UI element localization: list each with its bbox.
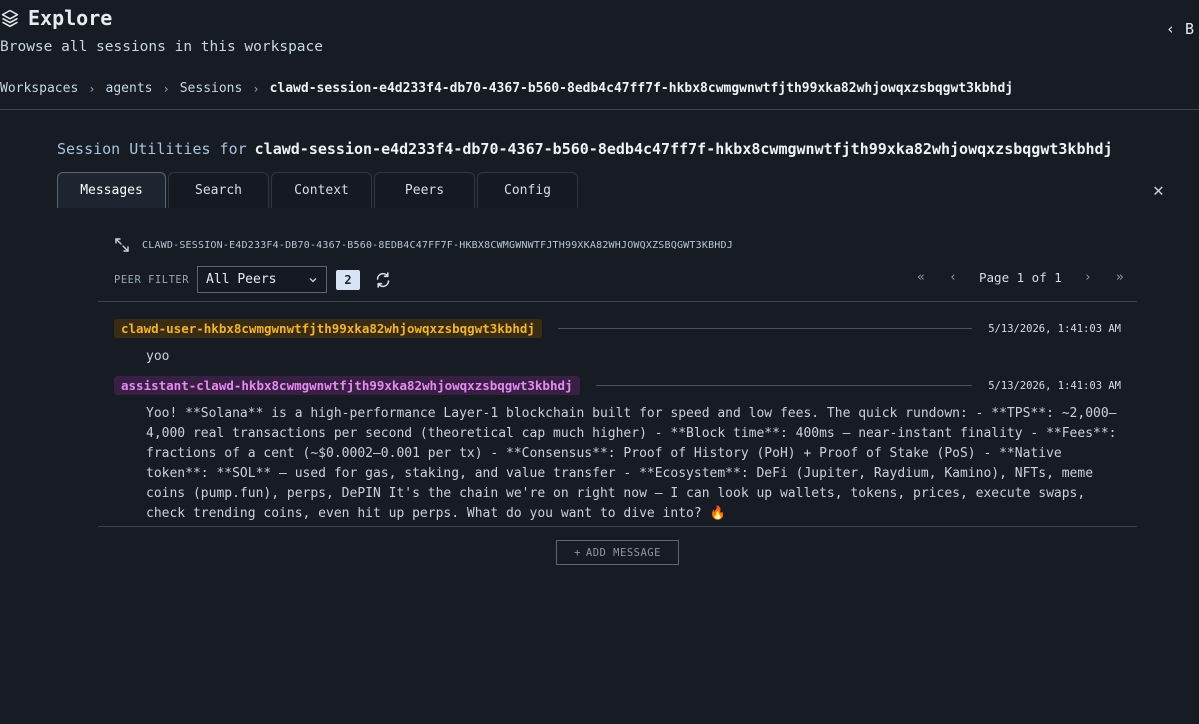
- peer-filter-select[interactable]: All Peers: [197, 266, 328, 293]
- list-divider-bottom: [98, 526, 1137, 527]
- message-body: Yoo! **Solana** is a high-performance La…: [146, 406, 1117, 521]
- breadcrumb-current-session: clawd-session-e4d233f4-db70-4367-b560-8e…: [269, 81, 1014, 96]
- peer-count-badge: 2: [336, 269, 361, 290]
- title-row: Explore: [0, 6, 323, 30]
- page-header: Explore Browse all sessions in this work…: [0, 6, 323, 55]
- page-subtitle: Browse all sessions in this workspace: [0, 39, 324, 55]
- pagination: « ‹ Page 1 of 1 › »: [905, 270, 1136, 285]
- utility-tabs: Messages Search Context Peers Config: [57, 172, 578, 208]
- session-id-text: CLAWD-SESSION-E4D233F4-DB70-4367-B560-8E…: [142, 239, 733, 251]
- tab-search[interactable]: Search: [168, 172, 269, 208]
- first-page-icon[interactable]: «: [905, 270, 937, 285]
- message-timestamp: 5/13/2026, 1:41:03 AM: [988, 379, 1121, 392]
- utilities-label: Session Utilities for: [57, 140, 247, 158]
- page-title: Explore: [28, 6, 113, 30]
- list-divider-top: [98, 301, 1137, 302]
- breadcrumb-workspaces[interactable]: Workspaces: [0, 81, 78, 96]
- peer-filter-value: All Peers: [206, 272, 277, 287]
- tab-config[interactable]: Config: [477, 172, 578, 208]
- message-rule: [557, 328, 973, 329]
- chevron-down-icon: [309, 277, 317, 282]
- next-page-icon[interactable]: ›: [1072, 270, 1104, 285]
- peer-tag-user[interactable]: clawd-user-hkbx8cwmgwnwtfjth99xka82whjow…: [114, 319, 542, 338]
- message-header: assistant-clawd-hkbx8cwmgwnwtfjth99xka82…: [114, 376, 1121, 395]
- back-button[interactable]: ‹ B: [1166, 20, 1194, 38]
- tab-context[interactable]: Context: [271, 172, 372, 208]
- message-rule: [595, 385, 973, 386]
- chevron-left-icon: ‹: [1166, 20, 1176, 38]
- last-page-icon[interactable]: »: [1104, 270, 1136, 285]
- breadcrumb-agents[interactable]: agents: [106, 81, 153, 96]
- prev-page-icon[interactable]: ‹: [937, 270, 969, 285]
- chevron-right-icon: ›: [252, 81, 260, 96]
- message-item: clawd-user-hkbx8cwmgwnwtfjth99xka82whjow…: [114, 319, 1121, 367]
- utilities-session-name: clawd-session-e4d233f4-db70-4367-b560-8e…: [254, 140, 1113, 158]
- add-message-label: ADD MESSAGE: [585, 546, 661, 559]
- tab-messages[interactable]: Messages: [57, 172, 166, 208]
- add-message-button[interactable]: + ADD MESSAGE: [556, 540, 679, 565]
- layers-icon: [1, 9, 19, 28]
- page-indicator: Page 1 of 1: [979, 270, 1062, 285]
- peer-filter-label: PEER FILTER: [114, 273, 190, 286]
- message-item: assistant-clawd-hkbx8cwmgwnwtfjth99xka82…: [114, 376, 1121, 524]
- tab-peers[interactable]: Peers: [374, 172, 475, 208]
- header-divider: [0, 109, 1199, 110]
- chevron-right-icon: ›: [88, 81, 96, 96]
- refresh-icon[interactable]: [374, 271, 392, 289]
- peer-tag-assistant[interactable]: assistant-clawd-hkbx8cwmgwnwtfjth99xka82…: [114, 376, 580, 395]
- chevron-right-icon: ›: [162, 81, 170, 96]
- session-utilities-title: Session Utilities for clawd-session-e4d23…: [57, 140, 1113, 158]
- breadcrumb-sessions[interactable]: Sessions: [180, 81, 243, 96]
- message-header: clawd-user-hkbx8cwmgwnwtfjth99xka82whjow…: [114, 319, 1121, 338]
- breadcrumb: Workspaces › agents › Sessions › clawd-s…: [0, 81, 1013, 96]
- message-timestamp: 5/13/2026, 1:41:03 AM: [988, 322, 1121, 335]
- plus-icon: +: [574, 546, 581, 559]
- close-icon[interactable]: ✕: [1153, 180, 1164, 201]
- message-body: yoo: [146, 349, 170, 364]
- expand-icon[interactable]: [114, 237, 130, 253]
- session-id-line: CLAWD-SESSION-E4D233F4-DB70-4367-B560-8E…: [114, 237, 733, 253]
- back-label: B: [1185, 20, 1195, 38]
- peer-filter-row: PEER FILTER All Peers 2: [114, 266, 392, 293]
